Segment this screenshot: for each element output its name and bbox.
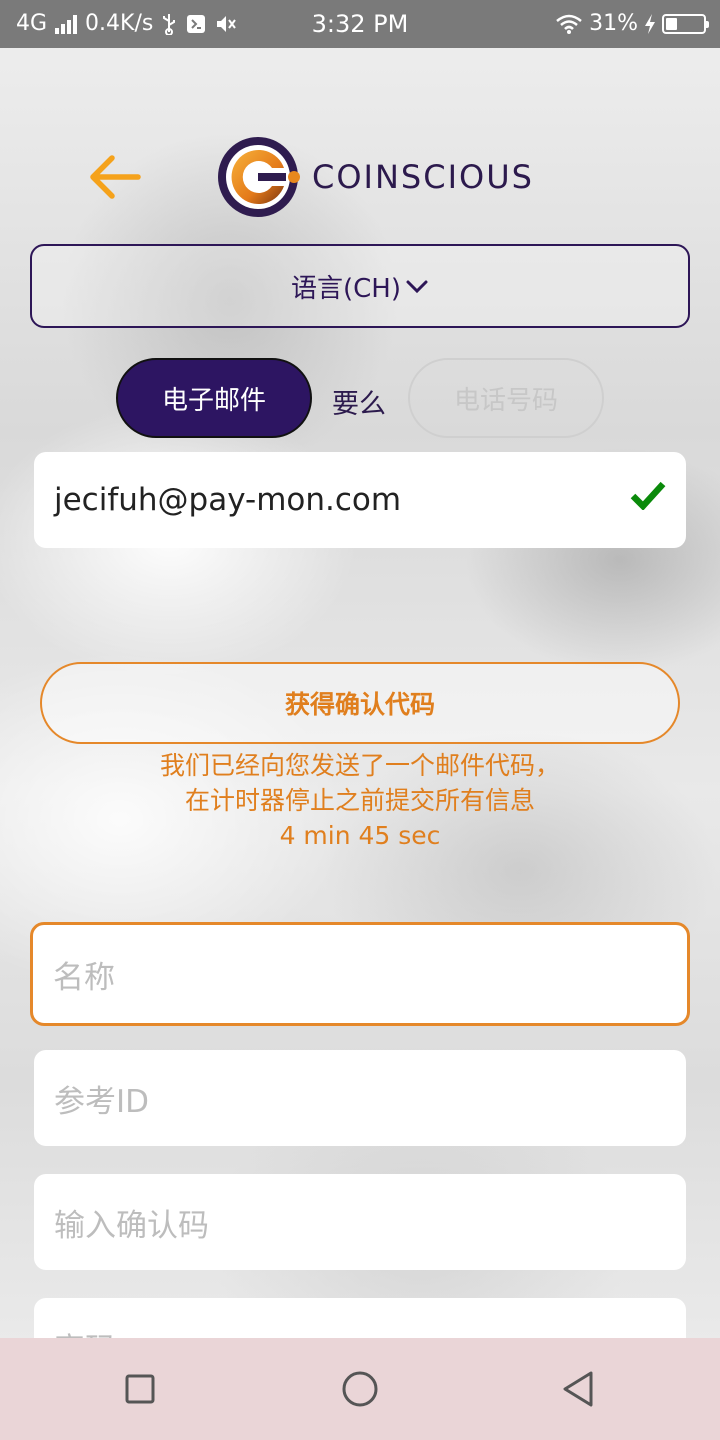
status-bar: 4G 0.4K/s 3:32 PM 31%	[0, 0, 720, 48]
contact-method-toggle: 电子邮件 要么 电话号码	[0, 358, 720, 438]
phone-tab[interactable]: 电话号码	[408, 358, 604, 438]
home-button[interactable]	[300, 1338, 420, 1440]
status-right: 31%	[555, 11, 709, 36]
battery-icon	[662, 13, 709, 34]
triangle-back-icon	[563, 1371, 593, 1407]
verification-code-placeholder: 输入确认码	[54, 1207, 209, 1244]
submit-before-timer-message: 在计时器停止之前提交所有信息	[184, 786, 535, 815]
verification-code-field[interactable]: 输入确认码	[34, 1174, 686, 1270]
circle-icon	[342, 1371, 378, 1407]
language-label: 语言(CH)	[291, 273, 401, 304]
email-field[interactable]: jecifuh@pay-mon.com	[34, 452, 686, 548]
chevron-down-icon	[406, 280, 428, 294]
name-field[interactable]: 名称	[30, 922, 690, 1026]
code-sent-message: 我们已经向您发送了一个邮件代码，	[159, 751, 560, 780]
arrow-left-icon	[90, 155, 141, 199]
reference-id-placeholder: 参考ID	[54, 1083, 150, 1120]
battery-percent: 31%	[589, 11, 638, 36]
checkmark-icon	[630, 481, 666, 510]
or-label: 要么	[332, 389, 386, 420]
language-selector[interactable]: 语言(CH)	[30, 244, 690, 328]
back-button[interactable]	[88, 152, 142, 202]
coinscious-logo-icon	[218, 137, 300, 217]
wifi-icon	[556, 14, 582, 34]
reference-id-field[interactable]: 参考ID	[34, 1050, 686, 1146]
logo-text: COINSCIOUS	[312, 158, 534, 196]
countdown-timer: 4 min 45 sec	[279, 821, 441, 850]
name-placeholder: 名称	[53, 959, 115, 996]
get-code-button[interactable]: 获得确认代码	[40, 662, 680, 744]
screen: 4G 0.4K/s 3:32 PM 31% COINSCIOUS 语言(CH) …	[0, 0, 720, 1440]
app-logo: COINSCIOUS	[216, 134, 534, 220]
email-tab[interactable]: 电子邮件	[116, 358, 312, 438]
square-icon	[125, 1374, 155, 1404]
system-nav-bar	[0, 1338, 720, 1440]
back-nav-button[interactable]	[518, 1338, 638, 1440]
charging-icon	[645, 13, 655, 34]
recent-apps-button[interactable]	[80, 1338, 200, 1440]
email-value: jecifuh@pay-mon.com	[54, 482, 402, 518]
